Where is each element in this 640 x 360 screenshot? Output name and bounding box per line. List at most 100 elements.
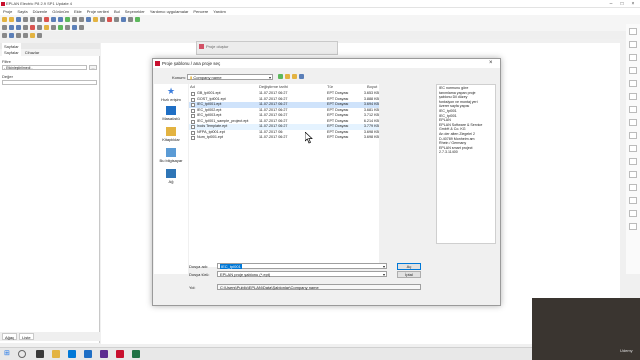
filter-more-button[interactable]: ... xyxy=(89,65,97,70)
snap-icon[interactable] xyxy=(79,16,84,22)
new-folder-icon[interactable] xyxy=(292,74,297,79)
eplan-taskbar-icon[interactable] xyxy=(116,350,124,358)
mirror-icon[interactable] xyxy=(23,32,28,38)
column-date[interactable]: Değiştirme tarihi xyxy=(259,84,288,90)
paste-icon[interactable] xyxy=(58,16,63,22)
toolbar-icon[interactable] xyxy=(629,80,637,87)
nav-network[interactable]: Ağ xyxy=(154,169,188,184)
view-menu-icon[interactable] xyxy=(299,74,304,79)
print-icon[interactable] xyxy=(23,16,28,22)
potential-icon[interactable] xyxy=(58,24,63,30)
terminal-icon[interactable] xyxy=(30,24,35,30)
angle-icon[interactable] xyxy=(65,24,70,30)
column-name[interactable]: Ad xyxy=(190,84,195,90)
value-input[interactable] xyxy=(2,80,97,85)
tab-list[interactable]: Liste xyxy=(19,333,34,340)
check-icon[interactable] xyxy=(135,16,140,22)
up-folder-icon[interactable] xyxy=(285,74,290,79)
cable-icon[interactable] xyxy=(37,24,42,30)
menu-view[interactable]: Görünüm xyxy=(52,9,69,14)
explorer-icon[interactable] xyxy=(52,350,60,358)
nav-this-pc[interactable]: Bu bilgisayar xyxy=(154,148,188,163)
layer-icon[interactable] xyxy=(93,16,98,22)
tab-devices[interactable]: Cihazlar xyxy=(23,49,42,56)
menu-project-data[interactable]: Proje verileri xyxy=(87,9,109,14)
toolbar-icon[interactable] xyxy=(629,93,637,100)
task-view-icon[interactable] xyxy=(36,350,44,358)
select-icon[interactable] xyxy=(2,32,7,38)
filetype-select[interactable]: EPLAN proje şablonu (*.ept) ▾ xyxy=(217,271,387,277)
toolbar-icon[interactable] xyxy=(629,54,637,61)
nav-desktop[interactable]: Masaüstü xyxy=(154,106,188,121)
save-icon[interactable] xyxy=(16,16,21,22)
tab-pages-sub[interactable]: Sayfalar xyxy=(2,49,21,56)
menu-window[interactable]: Pencere xyxy=(193,9,208,14)
mail-icon[interactable] xyxy=(84,350,92,358)
cut-icon[interactable] xyxy=(44,16,49,22)
device-icon[interactable] xyxy=(121,16,126,22)
menu-utilities[interactable]: Yardımcı uygulamalar xyxy=(150,9,189,14)
black-box-icon[interactable] xyxy=(79,24,84,30)
line-icon[interactable] xyxy=(100,16,105,22)
redo-icon[interactable] xyxy=(37,16,42,22)
cross-reference-icon[interactable] xyxy=(72,24,77,30)
toolbar-icon[interactable] xyxy=(629,223,637,230)
measure-icon[interactable] xyxy=(37,32,42,38)
nav-libraries[interactable]: Kitaplıklar xyxy=(154,127,188,142)
filename-input[interactable]: IEC_tpl001 ▾ xyxy=(217,263,387,269)
toolbar-icon[interactable] xyxy=(629,132,637,139)
rectangle-icon[interactable] xyxy=(9,24,14,30)
toolbar-icon[interactable] xyxy=(629,67,637,74)
location-combo[interactable]: ▮ Company name ▾ xyxy=(187,74,273,80)
toolbar-icon[interactable] xyxy=(629,210,637,217)
toolbar-icon[interactable] xyxy=(629,197,637,204)
dialog-close-icon[interactable]: × xyxy=(489,60,493,66)
open-button[interactable]: Aç xyxy=(397,263,421,270)
new-icon[interactable] xyxy=(2,16,7,22)
file-row[interactable]: Num_tpl001.ept 11.07.2017 06:27 EPT Dosy… xyxy=(189,135,379,141)
minimize-button[interactable]: – xyxy=(606,0,616,8)
back-icon[interactable] xyxy=(278,74,283,79)
open-icon[interactable] xyxy=(9,16,14,22)
plc-icon[interactable] xyxy=(44,24,49,30)
excel-icon[interactable] xyxy=(132,350,140,358)
edge-icon[interactable] xyxy=(68,350,76,358)
menu-help[interactable]: Yardım xyxy=(213,9,226,14)
bridge-icon[interactable] xyxy=(51,24,56,30)
column-type[interactable]: Tür xyxy=(327,84,333,90)
cancel-button[interactable]: İptal xyxy=(397,271,421,278)
circle-icon[interactable] xyxy=(16,24,21,30)
menu-page[interactable]: Sayfa xyxy=(17,9,27,14)
menu-options[interactable]: Seçenekler xyxy=(125,9,145,14)
menu-find[interactable]: Bul xyxy=(114,9,120,14)
tab-tree[interactable]: Ağaç xyxy=(2,333,18,340)
close-button[interactable]: × xyxy=(628,0,638,8)
search-icon[interactable] xyxy=(18,350,26,358)
toolbar-icon[interactable] xyxy=(629,106,637,113)
menu-insert[interactable]: Ekle xyxy=(74,9,82,14)
toolbar-icon[interactable] xyxy=(629,171,637,178)
toolbar-icon[interactable] xyxy=(629,158,637,165)
column-size[interactable]: Boyut xyxy=(367,84,379,90)
menu-project[interactable]: Proje xyxy=(3,9,12,14)
nav-quick-access[interactable]: ★ Hızlı erişim xyxy=(154,87,188,103)
filter-select[interactable]: - Etkinleştirilmedi - xyxy=(2,65,87,70)
arrow-icon[interactable] xyxy=(2,24,7,30)
toolbar-icon[interactable] xyxy=(629,145,637,152)
toolbar-icon[interactable] xyxy=(629,119,637,126)
symbol-icon[interactable] xyxy=(107,16,112,22)
window-icon[interactable] xyxy=(86,16,91,22)
connection-icon[interactable] xyxy=(114,16,119,22)
page-tree[interactable] xyxy=(1,88,99,330)
undo-icon[interactable] xyxy=(30,16,35,22)
toolbar-icon[interactable] xyxy=(629,41,637,48)
toolbar-icon[interactable] xyxy=(629,28,637,35)
move-icon[interactable] xyxy=(9,32,14,38)
polyline-icon[interactable] xyxy=(23,24,28,30)
maximize-button[interactable]: □ xyxy=(617,0,627,8)
app-icon[interactable] xyxy=(100,350,108,358)
text-icon[interactable] xyxy=(128,16,133,22)
macro-icon[interactable] xyxy=(30,32,35,38)
rotate-icon[interactable] xyxy=(16,32,21,38)
grid-icon[interactable] xyxy=(72,16,77,22)
